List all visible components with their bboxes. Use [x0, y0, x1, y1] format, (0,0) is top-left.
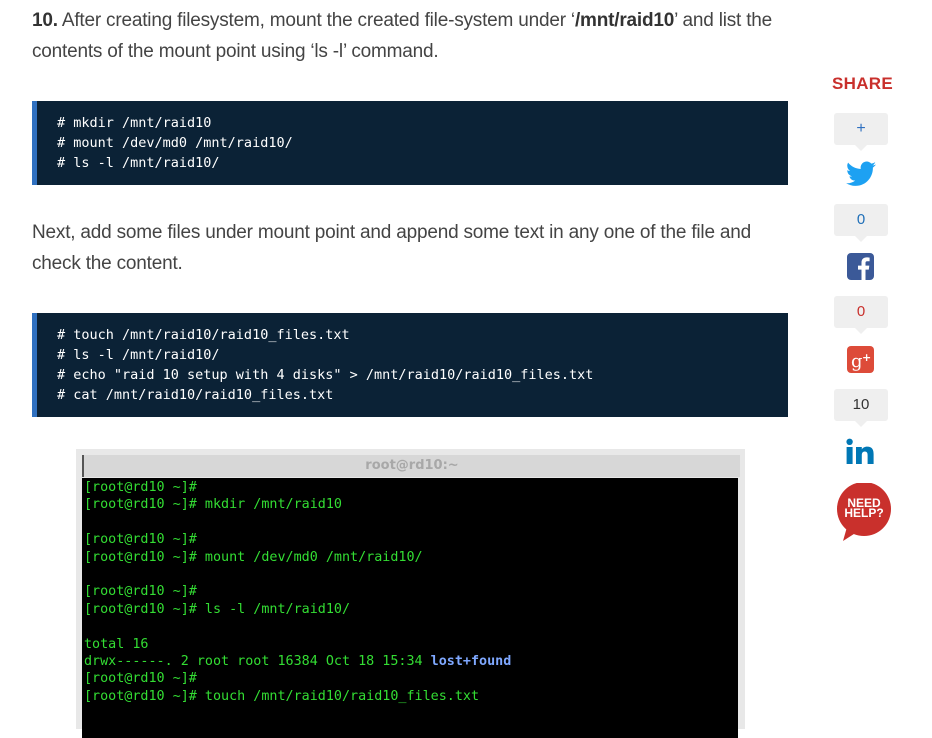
google-plus-icon[interactable]: g + — [847, 346, 874, 373]
terminal-title: root@rd10:~ — [82, 455, 740, 477]
share-count-googleplus[interactable]: 10 — [834, 389, 888, 427]
terminal-screenshot: root@rd10:~ [root@rd10 ~]# [root@rd10 ~]… — [76, 449, 745, 738]
step-number: 10. — [32, 10, 58, 31]
code-line: # mkdir /mnt/raid10 — [57, 115, 212, 131]
code-block-2: # touch /mnt/raid10/raid10_files.txt # l… — [32, 313, 788, 417]
terminal-line: [root@rd10 ~]# — [84, 532, 197, 548]
step-10-paragraph: 10. After creating filesystem, mount the… — [32, 5, 792, 67]
code-block-1: # mkdir /mnt/raid10 # mount /dev/md0 /mn… — [32, 101, 788, 185]
terminal-line: total 16 — [84, 636, 149, 652]
need-help-icon[interactable]: NEED HELP? — [833, 483, 893, 543]
terminal-line: drwx------. 2 root root 16384 Oct 18 15:… — [84, 653, 738, 670]
directory-name: lost+found — [430, 653, 512, 669]
terminal-line: [root@rd10 ~]# — [84, 480, 197, 495]
terminal-line: [root@rd10 ~]# — [84, 584, 197, 600]
share-count-plus[interactable]: + — [834, 113, 888, 151]
share-title: SHARE — [832, 74, 894, 93]
terminal-line: [root@rd10 ~]# — [84, 671, 197, 687]
svg-text:g: g — [851, 351, 863, 372]
share-count-facebook[interactable]: 0 — [834, 296, 888, 334]
twitter-icon[interactable] — [846, 161, 876, 187]
next-paragraph: Next, add some files under mount point a… — [32, 222, 751, 274]
code-line: # mount /dev/md0 /mnt/raid10/ — [57, 135, 293, 151]
code-line: # ls -l /mnt/raid10/ — [57, 347, 220, 363]
code-line: # ls -l /mnt/raid10/ — [57, 155, 220, 171]
ls-output: drwx------. 2 root root 16384 Oct 18 15:… — [84, 653, 431, 669]
need-help-line-2: HELP? — [844, 506, 883, 520]
terminal-line: [root@rd10 ~]# ls -l /mnt/raid10/ — [84, 601, 351, 617]
code-line: # touch /mnt/raid10/raid10_files.txt — [57, 327, 350, 343]
code-line: # echo "raid 10 setup with 4 disks" > /m… — [57, 367, 594, 383]
terminal-line: [root@rd10 ~]# touch /mnt/raid10/raid10_… — [84, 688, 480, 704]
share-count-twitter[interactable]: 0 — [834, 204, 888, 242]
terminal-line: [root@rd10 ~]# mount /dev/md0 /mnt/raid1… — [84, 549, 423, 565]
linkedin-icon[interactable] — [846, 438, 876, 465]
terminal-body: [root@rd10 ~]# [root@rd10 ~]# mkdir /mnt… — [82, 478, 738, 738]
svg-text:+: + — [862, 351, 871, 364]
terminal-line: [root@rd10 ~]# mkdir /mnt/raid10 — [84, 497, 342, 513]
facebook-icon[interactable] — [847, 253, 874, 280]
mount-path: /mnt/raid10 — [574, 10, 675, 31]
code-line: # cat /mnt/raid10/raid10_files.txt — [57, 387, 334, 403]
step-text-before: After creating filesystem, mount the cre… — [57, 10, 575, 31]
